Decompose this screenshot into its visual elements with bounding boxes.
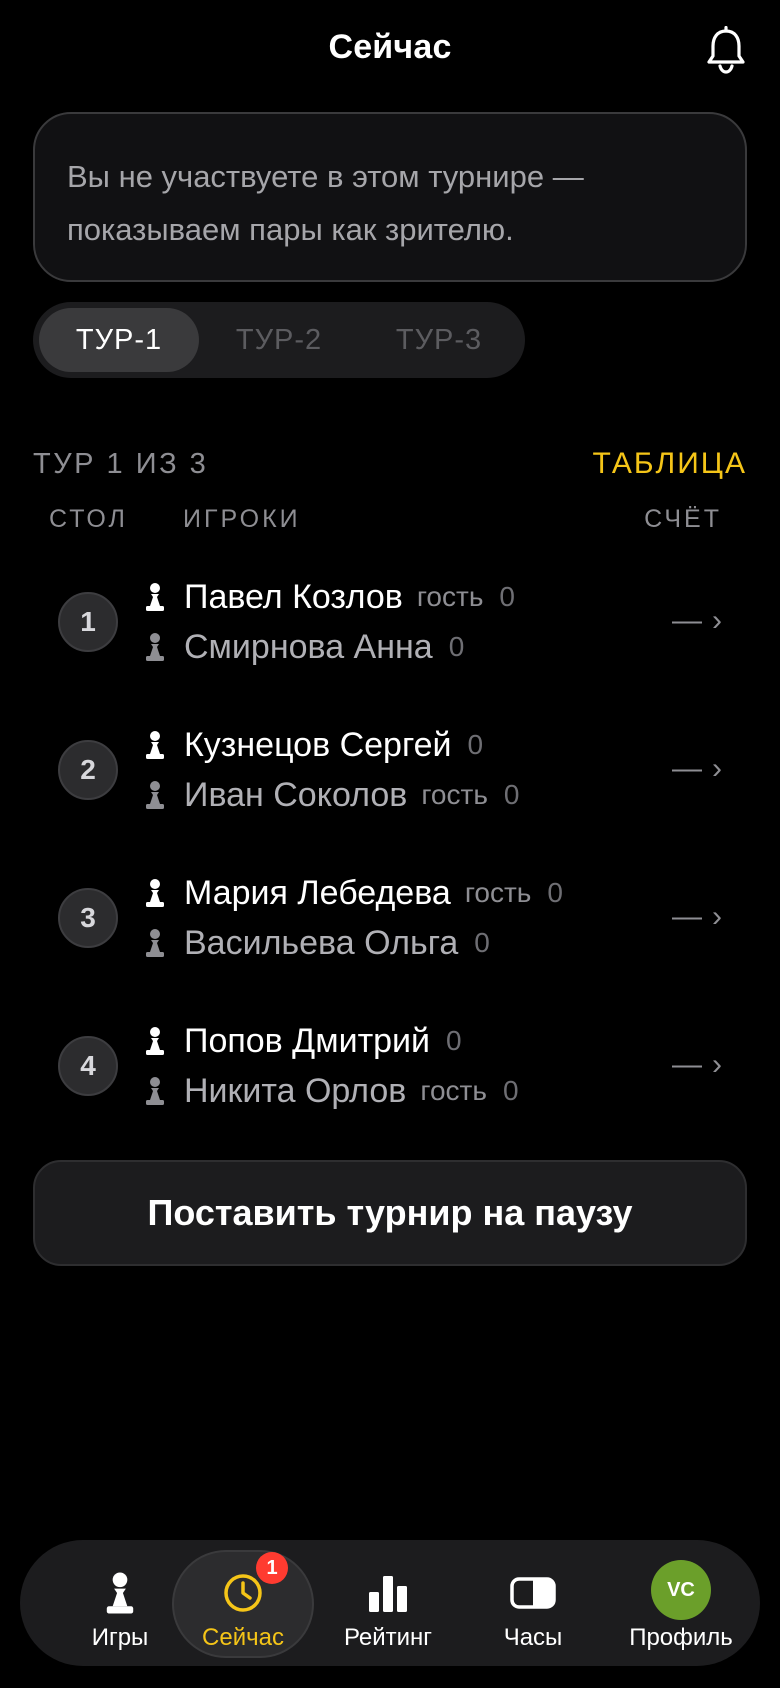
- tab-now[interactable]: 1 Сейчас: [172, 1540, 314, 1666]
- bottom-tab-bar: Игры 1 Сейчас Рейтинг Часы VC Профиль: [20, 1540, 760, 1666]
- score-value: —: [672, 1048, 702, 1081]
- score-value: —: [672, 752, 702, 785]
- chevron-right-icon: ›: [712, 604, 722, 637]
- column-headers: СТОЛ ИГРОКИ СЧЁТ: [0, 505, 780, 541]
- score-value: —: [672, 604, 702, 637]
- white-player: Павел Козлов гость 0: [144, 572, 515, 622]
- notice-text: Вы не участвуете в этом турнире — показы…: [67, 159, 584, 247]
- black-player: Иван Соколов гость 0: [144, 770, 520, 820]
- player-points: 0: [502, 1075, 519, 1106]
- player-name: Иван Соколов: [184, 775, 408, 814]
- avatar-initials: VC: [651, 1560, 711, 1620]
- white-player: Мария Лебедева гость 0: [144, 868, 563, 918]
- chess-clock-icon: [508, 1568, 558, 1618]
- match-score: — ›: [672, 604, 722, 638]
- tab-label: Игры: [91, 1624, 149, 1651]
- black-pawn-icon: [146, 781, 164, 809]
- chevron-right-icon: ›: [712, 752, 722, 785]
- tab-label: Профиль: [629, 1624, 733, 1651]
- black-pawn-icon: [146, 929, 164, 957]
- column-table: СТОЛ: [49, 505, 128, 533]
- guest-tag: гость: [416, 581, 484, 612]
- spectator-notice: Вы не участвуете в этом турнире — показы…: [33, 112, 747, 282]
- player-name: Никита Орлов: [184, 1071, 407, 1110]
- player-name: Мария Лебедева: [184, 873, 451, 912]
- white-pawn-icon: [146, 1027, 164, 1055]
- match-score: — ›: [672, 1048, 722, 1082]
- round-tabs: ТУР-1 ТУР-2 ТУР-3: [33, 302, 525, 378]
- white-pawn-icon: [146, 731, 164, 759]
- round-label: ТУР 1 ИЗ 3: [33, 447, 209, 480]
- table-number: 2: [58, 740, 118, 800]
- chevron-right-icon: ›: [712, 900, 722, 933]
- black-pawn-icon: [146, 633, 164, 661]
- player-points: 0: [467, 729, 484, 760]
- avatar: VC: [651, 1560, 711, 1620]
- white-player: Попов Дмитрий 0: [144, 1016, 462, 1066]
- tab-round-2[interactable]: ТУР-2: [199, 308, 359, 372]
- score-value: —: [672, 900, 702, 933]
- match-score: — ›: [672, 900, 722, 934]
- tab-clock[interactable]: Часы: [462, 1540, 604, 1666]
- column-score: СЧЁТ: [644, 505, 722, 533]
- guest-tag: гость: [464, 877, 532, 908]
- black-player: Никита Орлов гость 0: [144, 1066, 519, 1116]
- standings-link[interactable]: ТАБЛИЦА: [593, 447, 747, 481]
- header: Сейчас: [0, 0, 780, 104]
- tab-round-1[interactable]: ТУР-1: [39, 308, 199, 372]
- table-number: 1: [58, 592, 118, 652]
- black-player: Смирнова Анна 0: [144, 622, 464, 672]
- guest-tag: гость: [420, 1075, 487, 1106]
- page-title: Сейчас: [328, 28, 452, 66]
- player-points: 0: [547, 877, 563, 908]
- white-player: Кузнецов Сергей 0: [144, 720, 483, 770]
- table-number: 4: [58, 1036, 118, 1096]
- tab-label: Сейчас: [202, 1624, 284, 1651]
- player-name: Смирнова Анна: [184, 627, 433, 666]
- bell-icon[interactable]: [704, 26, 748, 74]
- player-name: Попов Дмитрий: [184, 1021, 431, 1060]
- pairing-row[interactable]: 1 Павел Козлов гость 0 Смирнова Анна 0 —…: [0, 560, 780, 708]
- white-pawn-icon: [146, 583, 164, 611]
- tab-profile[interactable]: VC Профиль: [610, 1540, 752, 1666]
- player-points: 0: [446, 1025, 462, 1056]
- pairing-row[interactable]: 4 Попов Дмитрий 0 Никита Орлов гость 0 —…: [0, 1004, 780, 1152]
- player-name: Васильева Ольга: [184, 923, 459, 962]
- player-points: 0: [503, 779, 520, 810]
- notification-badge: 1: [256, 1552, 288, 1584]
- guest-tag: гость: [421, 779, 488, 810]
- tab-games[interactable]: Игры: [49, 1540, 191, 1666]
- pairings-list: 1 Павел Козлов гость 0 Смирнова Анна 0 —…: [0, 560, 780, 1152]
- pause-tournament-button[interactable]: Поставить турнир на паузу: [33, 1160, 747, 1266]
- player-name: Кузнецов Сергей: [184, 725, 452, 764]
- tab-rating[interactable]: Рейтинг: [317, 1540, 459, 1666]
- player-points: 0: [474, 927, 490, 958]
- player-points: 0: [448, 631, 465, 662]
- tab-label: Рейтинг: [343, 1624, 433, 1651]
- black-player: Васильева Ольга 0: [144, 918, 490, 968]
- tab-round-3[interactable]: ТУР-3: [359, 308, 519, 372]
- match-score: — ›: [672, 752, 722, 786]
- chevron-right-icon: ›: [712, 1048, 722, 1081]
- column-players: ИГРОКИ: [183, 505, 301, 533]
- table-number: 3: [58, 888, 118, 948]
- bar-chart-icon: [363, 1568, 413, 1618]
- white-pawn-icon: [146, 879, 164, 907]
- player-name: Павел Козлов: [184, 577, 403, 616]
- pawn-icon: [95, 1568, 145, 1618]
- pairing-row[interactable]: 2 Кузнецов Сергей 0 Иван Соколов гость 0…: [0, 708, 780, 856]
- black-pawn-icon: [146, 1077, 164, 1105]
- pairing-row[interactable]: 3 Мария Лебедева гость 0 Васильева Ольга…: [0, 856, 780, 1004]
- player-points: 0: [499, 581, 515, 612]
- round-info: ТУР 1 ИЗ 3 ТАБЛИЦА: [33, 444, 747, 484]
- tab-label: Часы: [503, 1624, 563, 1651]
